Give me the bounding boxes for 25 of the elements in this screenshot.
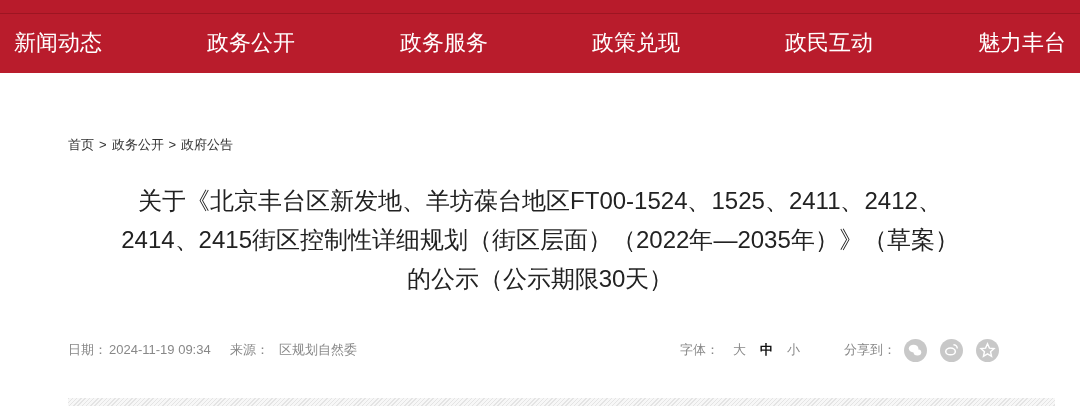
article-title: 关于《北京丰台区新发地、羊坊葆台地区FT00-1524、1525、2411、2412、 bbox=[138, 185, 942, 216]
breadcrumb-link[interactable]: 政务公开 bbox=[111, 135, 164, 155]
eye-swirl-icon[interactable] bbox=[940, 338, 963, 362]
share-label: 分享到： bbox=[844, 341, 896, 360]
source-value: 区规划自然委 bbox=[278, 341, 357, 360]
font-size-option[interactable]: 中 bbox=[760, 340, 773, 360]
article-title: 的公示（公示期限30天） bbox=[406, 263, 674, 294]
chat-bubbles-icon[interactable] bbox=[904, 338, 927, 362]
source-label: 来源： bbox=[229, 341, 269, 360]
nav-link[interactable]: 政民互动 bbox=[785, 32, 874, 54]
font-size-option[interactable]: 大 bbox=[733, 340, 746, 360]
nav-link[interactable]: 政务服务 bbox=[399, 32, 488, 54]
breadcrumb-link[interactable]: 首页 bbox=[68, 135, 94, 155]
nav-link[interactable]: 魅力丰台 bbox=[978, 32, 1066, 54]
font-size-option[interactable]: 小 bbox=[787, 340, 800, 360]
breadcrumb-separator: > bbox=[99, 136, 107, 154]
nav-link[interactable]: 政务公开 bbox=[206, 32, 295, 54]
nav-link[interactable]: 政策兑现 bbox=[592, 32, 681, 54]
breadcrumb-separator: > bbox=[168, 136, 177, 154]
nav-link[interactable]: 新闻动态 bbox=[14, 32, 102, 54]
font-size-label: 字体： bbox=[680, 341, 719, 360]
article-title: 2414、2415街区控制性详细规划（街区层面）（2022年—2035年）》（草案） bbox=[121, 224, 959, 255]
date-value: 2024-11-19 09:34 bbox=[109, 341, 211, 360]
breadcrumb-link[interactable]: 政府公告 bbox=[181, 135, 234, 155]
date-label: 日期： bbox=[68, 341, 107, 360]
